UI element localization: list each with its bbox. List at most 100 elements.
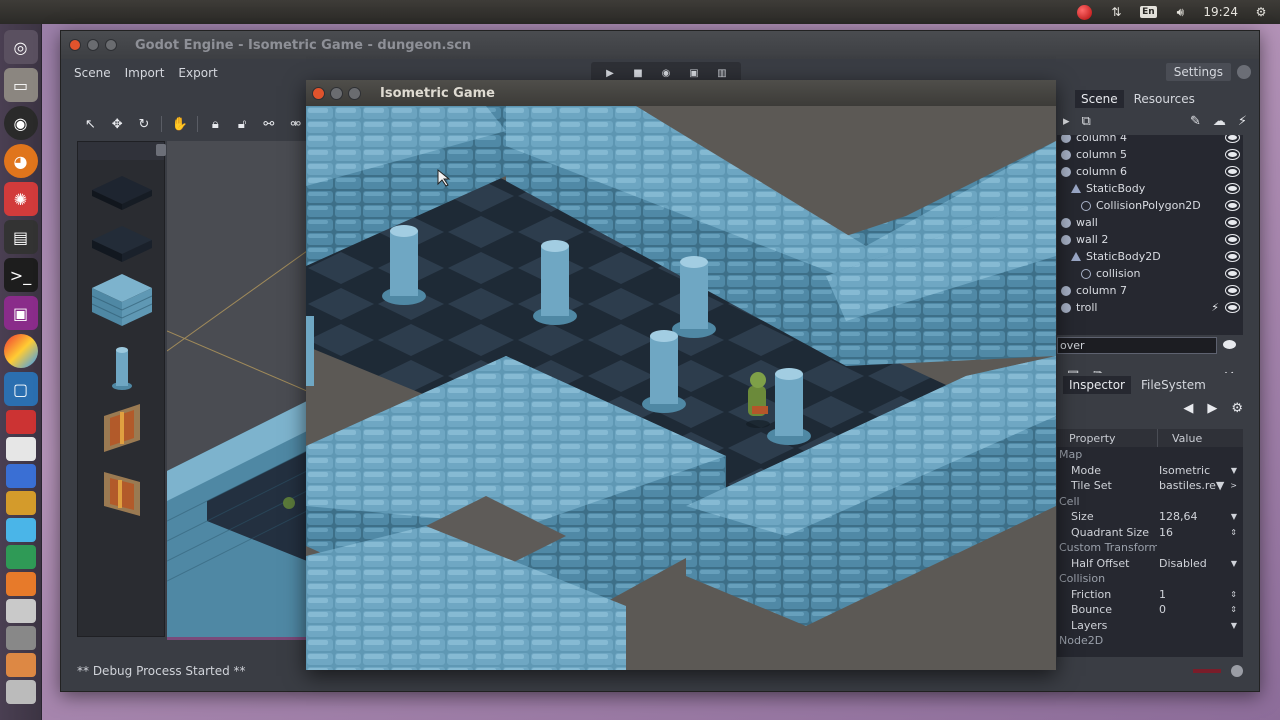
visibility-cloud-icon[interactable]: ☁ (1213, 114, 1226, 129)
signals-icon[interactable]: ⚡ (1238, 114, 1247, 129)
add-node-icon[interactable]: ▸ (1063, 114, 1070, 129)
visibility-eye-icon[interactable] (1226, 303, 1239, 312)
property-value[interactable]: 16 (1157, 526, 1227, 539)
scene-tree-node[interactable]: column 6 (1057, 163, 1243, 180)
inspector-property-row[interactable]: Size 128,64 ▼ (1057, 509, 1243, 525)
tile-wall-block[interactable] (90, 270, 154, 328)
property-value[interactable]: bastiles.re▼ (1157, 479, 1227, 492)
property-dropdown-icon[interactable]: > (1230, 481, 1237, 490)
visibility-eye-icon[interactable] (1226, 218, 1239, 227)
scene-tree-node[interactable]: collision (1057, 265, 1243, 282)
visibility-eye-icon[interactable] (1226, 184, 1239, 193)
app-icon-5[interactable] (5, 518, 36, 542)
property-dropdown-icon[interactable]: ⇕ (1230, 590, 1237, 599)
tile-floor[interactable] (90, 212, 154, 270)
app-icon-4[interactable] (5, 491, 36, 515)
files-icon[interactable]: ▭ (3, 68, 38, 102)
media-icon[interactable]: ▣ (3, 296, 38, 330)
clock[interactable]: 19:24 (1203, 5, 1238, 19)
menu-scene[interactable]: Scene (69, 63, 116, 83)
property-value[interactable]: 1 (1157, 588, 1227, 601)
group-icon[interactable]: ⚯ (256, 113, 283, 135)
network-icon[interactable]: ⇅ (1107, 3, 1125, 21)
tile-door-closed[interactable] (90, 400, 154, 458)
visibility-eye-icon[interactable] (1226, 269, 1239, 278)
move-tool-icon[interactable]: ✥ (104, 113, 131, 135)
tab-inspector[interactable]: Inspector (1063, 376, 1131, 394)
edit-script-icon[interactable]: ✎ (1190, 114, 1201, 129)
scene-tree-node[interactable]: column 5 (1057, 146, 1243, 163)
scene-tree-node[interactable]: CollisionPolygon2D (1057, 197, 1243, 214)
scene-tree-node[interactable]: StaticBody2D (1057, 248, 1243, 265)
inspector-property-row[interactable]: Tile Set bastiles.re▼ > (1057, 478, 1243, 494)
color-icon[interactable] (3, 334, 38, 368)
tile-door-open[interactable] (90, 462, 154, 520)
vm-icon[interactable]: ▢ (3, 372, 38, 406)
property-value[interactable]: 128,64 (1157, 510, 1227, 523)
palette-scroll-grip[interactable] (156, 144, 166, 156)
visibility-eye-icon[interactable] (1226, 252, 1239, 261)
editor-minimize-button[interactable] (87, 39, 99, 51)
inspector-property-row[interactable]: Quadrant Size 16 ⇕ (1057, 525, 1243, 541)
app-icon-7[interactable] (5, 572, 36, 596)
app-icon-2[interactable] (5, 437, 36, 461)
inspector-property-row[interactable]: Friction 1 ⇕ (1057, 587, 1243, 603)
forward-icon[interactable]: ▶ (1207, 401, 1217, 416)
gear-icon[interactable]: ⚙ (1231, 401, 1243, 416)
back-icon[interactable]: ◀ (1183, 401, 1193, 416)
script-signal-icon[interactable]: ⚡ (1211, 301, 1219, 314)
scene-tree-node[interactable]: wall (1057, 214, 1243, 231)
visibility-eye-icon[interactable] (1226, 286, 1239, 295)
node-rename-input[interactable]: over (1057, 337, 1217, 354)
keyboard-layout-indicator[interactable]: En (1139, 3, 1157, 21)
visibility-eye-icon[interactable] (1226, 135, 1239, 142)
scene-tree-node[interactable]: column 4 (1057, 135, 1243, 146)
visibility-eye-icon[interactable] (1226, 167, 1239, 176)
game-maximize-button[interactable] (348, 86, 361, 100)
system-gear-icon[interactable]: ⚙ (1252, 3, 1270, 21)
property-dropdown-icon[interactable]: ▼ (1231, 559, 1237, 568)
instance-scene-icon[interactable]: ⧉ (1082, 114, 1091, 129)
game-canvas[interactable] (306, 106, 1056, 670)
shutdown-indicator-icon[interactable] (1075, 3, 1093, 21)
visibility-eye-icon[interactable] (1226, 235, 1239, 244)
terminal-icon[interactable]: ▤ (3, 220, 38, 254)
settings-icon[interactable]: ✺ (3, 182, 38, 216)
tab-filesystem[interactable]: FileSystem (1135, 376, 1212, 394)
pan-tool-icon[interactable]: ✋ (166, 113, 193, 135)
tab-resources[interactable]: Resources (1128, 90, 1201, 108)
unlock-icon[interactable]: 🔓︎ (229, 113, 256, 135)
scene-tree-node[interactable]: column 7 (1057, 282, 1243, 299)
property-dropdown-icon[interactable]: ▼ (1231, 466, 1237, 475)
select-tool-icon[interactable]: ↖ (77, 113, 104, 135)
editor-maximize-button[interactable] (105, 39, 117, 51)
tile-column[interactable] (90, 338, 154, 396)
property-dropdown-icon[interactable]: ⇕ (1230, 605, 1237, 614)
property-value[interactable]: 0 (1157, 603, 1227, 616)
property-value[interactable]: Disabled (1157, 557, 1227, 570)
dash-icon[interactable]: ◎ (3, 30, 38, 64)
chromium-icon[interactable]: ◉ (3, 106, 38, 140)
tab-scene[interactable]: Scene (1075, 90, 1124, 108)
visibility-eye-icon[interactable] (1226, 150, 1239, 159)
palette-scrollbar[interactable] (78, 142, 166, 160)
scene-tree-node[interactable]: troll ⚡ (1057, 299, 1243, 316)
property-dropdown-icon[interactable]: ▼ (1231, 512, 1237, 521)
app-icon-3[interactable] (5, 464, 36, 488)
visibility-eye-icon[interactable] (1226, 201, 1239, 210)
app-icon-10[interactable] (5, 653, 36, 677)
rotate-tool-icon[interactable]: ↻ (131, 113, 158, 135)
volume-icon[interactable]: 🔊︎ (1171, 3, 1189, 21)
settings-button[interactable]: Settings (1165, 63, 1231, 81)
property-value[interactable]: Isometric (1157, 464, 1227, 477)
canvas-viewport[interactable] (167, 141, 307, 637)
inspector-property-row[interactable]: Bounce 0 ⇕ (1057, 602, 1243, 618)
debug-error-indicator[interactable] (1193, 669, 1221, 673)
menu-export[interactable]: Export (173, 63, 222, 83)
game-close-button[interactable] (312, 86, 325, 100)
editor-close-button[interactable] (69, 39, 81, 51)
inspector-property-row[interactable]: Half Offset Disabled ▼ (1057, 556, 1243, 572)
app-icon-9[interactable] (5, 626, 36, 650)
debugger-gear-icon[interactable] (1231, 665, 1243, 677)
inspector-property-row[interactable]: Mode Isometric ▼ (1057, 463, 1243, 479)
